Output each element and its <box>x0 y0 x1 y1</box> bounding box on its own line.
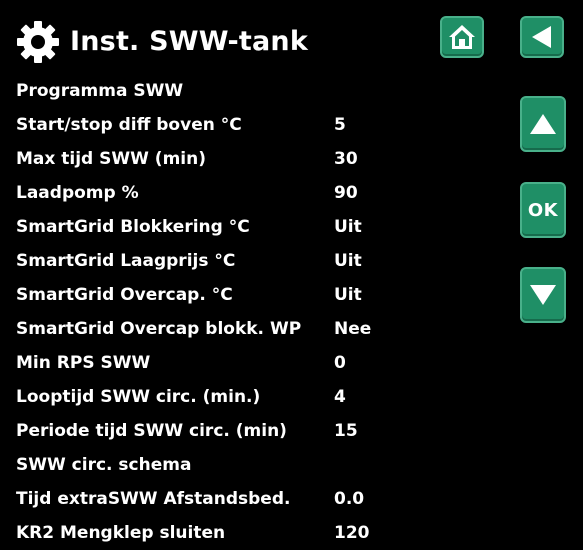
arrow-down-icon <box>530 285 556 305</box>
setting-row[interactable]: KR2 Mengklep sluiten 120 <box>16 516 516 550</box>
gear-icon <box>17 21 59 63</box>
setting-value: 0.0 <box>334 489 365 509</box>
setting-row[interactable]: Start/stop diff boven °C 5 <box>16 108 516 142</box>
setting-row[interactable]: SmartGrid Overcap. °C Uit <box>16 278 516 312</box>
setting-value: Uit <box>334 217 362 237</box>
setting-label: Min RPS SWW <box>16 353 151 373</box>
setting-row[interactable]: Programma SWW <box>16 74 516 108</box>
setting-label: Max tijd SWW (min) <box>16 149 206 169</box>
setting-label: SmartGrid Overcap blokk. WP <box>16 319 302 339</box>
setting-value: Uit <box>334 285 362 305</box>
setting-label: Periode tijd SWW circ. (min) <box>16 421 287 441</box>
setting-row[interactable]: Tijd extraSWW Afstandsbed. 0.0 <box>16 482 516 516</box>
setting-label: SmartGrid Blokkering °C <box>16 217 250 237</box>
setting-label: SmartGrid Overcap. °C <box>16 285 233 305</box>
setting-row[interactable]: Laadpomp % 90 <box>16 176 516 210</box>
settings-list: Programma SWW Start/stop diff boven °C 5… <box>16 74 516 550</box>
setting-row[interactable]: Periode tijd SWW circ. (min) 15 <box>16 414 516 448</box>
setting-value: Uit <box>334 251 362 271</box>
arrow-up-icon <box>530 114 556 134</box>
setting-value: 90 <box>334 183 358 203</box>
back-arrow-icon <box>532 26 551 48</box>
setting-row[interactable]: SmartGrid Overcap blokk. WP Nee <box>16 312 516 346</box>
setting-value: Nee <box>334 319 372 339</box>
setting-value: 5 <box>334 115 346 135</box>
setting-label: Tijd extraSWW Afstandsbed. <box>16 489 291 509</box>
setting-row[interactable]: SmartGrid Laagprijs °C Uit <box>16 244 516 278</box>
setting-value: 0 <box>334 353 346 373</box>
setting-label: Start/stop diff boven °C <box>16 115 242 135</box>
header: Inst. SWW-tank <box>0 0 583 78</box>
setting-label: SWW circ. schema <box>16 455 192 475</box>
ok-label: OK <box>527 199 559 221</box>
setting-label: Laadpomp % <box>16 183 139 203</box>
setting-value: 4 <box>334 387 346 407</box>
home-button[interactable] <box>440 16 484 58</box>
setting-value: 15 <box>334 421 358 441</box>
home-icon <box>449 25 475 49</box>
setting-label: Programma SWW <box>16 81 184 101</box>
setting-row[interactable]: Looptijd SWW circ. (min.) 4 <box>16 380 516 414</box>
page-title: Inst. SWW-tank <box>70 26 309 57</box>
scroll-up-button[interactable] <box>520 96 566 152</box>
setting-label: KR2 Mengklep sluiten <box>16 523 226 543</box>
setting-row[interactable]: SWW circ. schema <box>16 448 516 482</box>
back-button[interactable] <box>520 16 564 58</box>
setting-label: SmartGrid Laagprijs °C <box>16 251 236 271</box>
setting-label: Looptijd SWW circ. (min.) <box>16 387 261 407</box>
setting-row[interactable]: Max tijd SWW (min) 30 <box>16 142 516 176</box>
setting-row[interactable]: Min RPS SWW 0 <box>16 346 516 380</box>
ok-button[interactable]: OK <box>520 182 566 238</box>
setting-row[interactable]: SmartGrid Blokkering °C Uit <box>16 210 516 244</box>
setting-value: 120 <box>334 523 370 543</box>
setting-value: 30 <box>334 149 358 169</box>
scroll-down-button[interactable] <box>520 267 566 323</box>
